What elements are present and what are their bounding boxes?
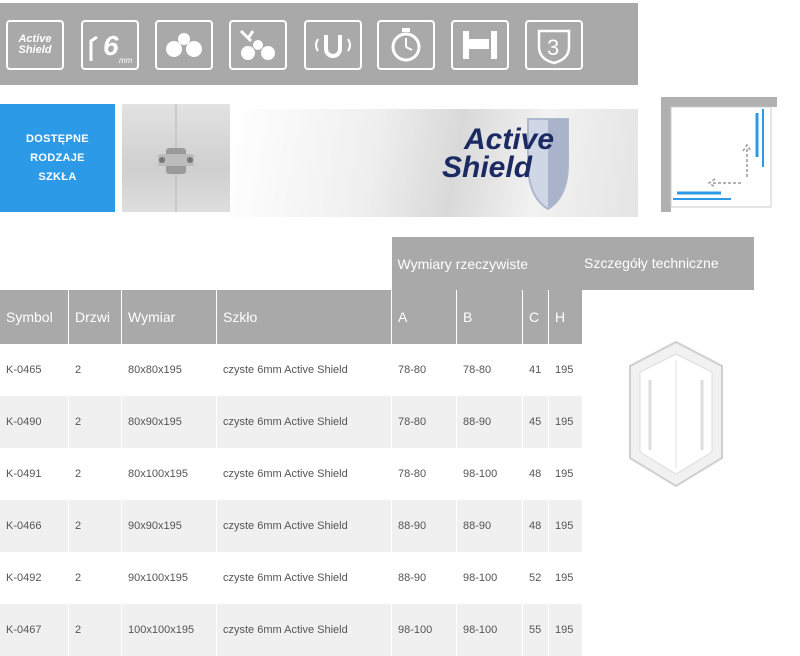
cell-size: 90x100x195	[121, 552, 217, 604]
column-header: C	[522, 290, 549, 344]
cell-size: 90x90x195	[121, 500, 217, 552]
column-header: A	[391, 290, 457, 344]
cell-glass: czyste 6mm Active Shield	[216, 344, 392, 396]
cell-symbol: K-0466	[0, 500, 69, 552]
cell-size: 100x100x195	[121, 604, 217, 656]
column-header: B	[456, 290, 523, 344]
cell-glass: czyste 6mm Active Shield	[216, 552, 392, 604]
cell-h: 195	[548, 344, 583, 396]
cell-doors: 2	[68, 448, 122, 500]
cell-a: 78-80	[391, 344, 457, 396]
cell-doors: 2	[68, 396, 122, 448]
glass-label-line: RODZAJE	[30, 151, 85, 164]
glass-label-line: SZKŁA	[38, 170, 77, 183]
column-header: Drzwi	[68, 290, 122, 344]
cell-c: 41	[522, 344, 549, 396]
cell-glass: czyste 6mm Active Shield	[216, 396, 392, 448]
cell-h: 195	[548, 500, 583, 552]
cell-a: 78-80	[391, 448, 457, 500]
column-header: Szkło	[216, 290, 392, 344]
clock-icon	[377, 20, 435, 70]
brand-line-2: Shield	[442, 151, 533, 184]
svg-text:3: 3	[547, 35, 559, 60]
cell-h: 195	[548, 604, 583, 656]
cell-symbol: K-0490	[0, 396, 69, 448]
profile-icon	[451, 20, 509, 70]
cell-doors: 2	[68, 604, 122, 656]
cell-b: 98-100	[456, 604, 523, 656]
cell-b: 98-100	[456, 552, 523, 604]
table-row: K-0466 2 90x90x195 czyste 6mm Active Shi…	[0, 500, 583, 552]
table-row: K-0490 2 80x90x195 czyste 6mm Active Shi…	[0, 396, 583, 448]
cell-doors: 2	[68, 500, 122, 552]
active-shield-banner: Active Shield	[230, 109, 638, 217]
6mm-glass-icon: 6 mm	[81, 20, 139, 70]
group-header: Wymiary rzeczywiste	[391, 237, 583, 290]
cell-a: 98-100	[391, 604, 457, 656]
cell-c: 52	[522, 552, 549, 604]
table-row: K-0467 2 100x100x195 czyste 6mm Active S…	[0, 604, 583, 656]
lift-roller-icon	[229, 20, 287, 70]
cell-a: 88-90	[391, 500, 457, 552]
double-roller-icon	[155, 20, 213, 70]
technical-drawing	[626, 340, 726, 490]
cell-c: 45	[522, 396, 549, 448]
cell-h: 195	[548, 396, 583, 448]
cell-size: 80x80x195	[121, 344, 217, 396]
technical-details-header: Szczegóły techniczne	[580, 237, 754, 290]
cell-h: 195	[548, 552, 583, 604]
cell-c: 48	[522, 500, 549, 552]
cell-symbol: K-0465	[0, 344, 69, 396]
cell-b: 88-90	[456, 396, 523, 448]
shield-3-icon: 3	[525, 20, 583, 70]
cell-symbol: K-0467	[0, 604, 69, 656]
column-header: Wymiar	[121, 290, 217, 344]
sliding-door-diagram	[661, 97, 777, 212]
cell-symbol: K-0491	[0, 448, 69, 500]
glass-label-line: DOSTĘPNE	[26, 132, 89, 145]
magnet-icon	[304, 20, 362, 70]
cell-b: 88-90	[456, 500, 523, 552]
table-row: K-0491 2 80x100x195 czyste 6mm Active Sh…	[0, 448, 583, 500]
feature-icon-bar: Active Shield 6 mm 3	[0, 3, 638, 85]
available-glass-types-box: DOSTĘPNE RODZAJE SZKŁA	[0, 104, 115, 212]
cell-doors: 2	[68, 552, 122, 604]
svg-text:mm: mm	[119, 56, 133, 65]
table-row: K-0465 2 80x80x195 czyste 6mm Active Shi…	[0, 344, 583, 396]
cell-a: 78-80	[391, 396, 457, 448]
cell-glass: czyste 6mm Active Shield	[216, 500, 392, 552]
svg-text:6: 6	[103, 30, 119, 61]
column-header: Symbol	[0, 290, 69, 344]
cell-c: 48	[522, 448, 549, 500]
cell-symbol: K-0492	[0, 552, 69, 604]
cell-b: 98-100	[456, 448, 523, 500]
hinge-photo	[122, 104, 230, 212]
active-shield-icon: Active Shield	[6, 20, 64, 70]
dimensions-table: Wymiary rzeczywiste Symbol Drzwi Wymiar …	[0, 237, 583, 656]
table-row: K-0492 2 90x100x195 czyste 6mm Active Sh…	[0, 552, 583, 604]
column-header-row: Symbol Drzwi Wymiar Szkło A B C H	[0, 290, 583, 344]
cell-size: 80x90x195	[121, 396, 217, 448]
column-header: H	[548, 290, 583, 344]
cell-doors: 2	[68, 344, 122, 396]
cell-glass: czyste 6mm Active Shield	[216, 604, 392, 656]
cell-b: 78-80	[456, 344, 523, 396]
cell-size: 80x100x195	[121, 448, 217, 500]
active-shield-icon-text: Active Shield	[18, 33, 52, 56]
cell-glass: czyste 6mm Active Shield	[216, 448, 392, 500]
group-spacer	[0, 237, 392, 290]
cell-h: 195	[548, 448, 583, 500]
cell-a: 88-90	[391, 552, 457, 604]
cell-c: 55	[522, 604, 549, 656]
